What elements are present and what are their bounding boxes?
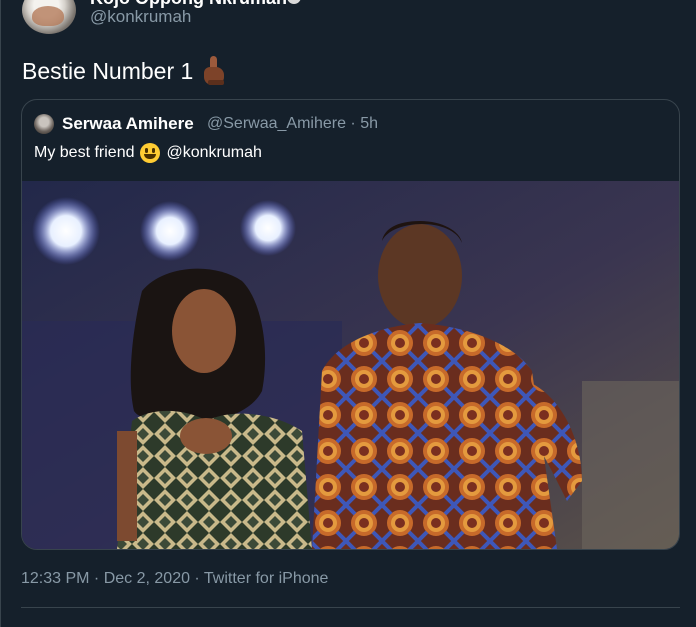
tweet-text: Bestie Number 1 [22, 56, 227, 86]
quoted-tweet-photo[interactable] [22, 181, 679, 549]
column-border [0, 0, 1, 627]
footer-divider [21, 607, 680, 608]
quoted-author-avatar [34, 114, 54, 134]
tweet-text-content: Bestie Number 1 [22, 57, 194, 84]
pointing-up-emoji-icon [201, 56, 227, 86]
grinning-face-emoji-icon [140, 143, 161, 163]
verified-icon [287, 0, 301, 4]
quoted-author-name: Serwaa Amihere [62, 114, 194, 133]
quoted-author-handle-time: @Serwaa_Amihere · 5h [207, 115, 378, 132]
author-avatar[interactable] [22, 0, 76, 34]
quoted-mention-link[interactable]: @konkrumah [166, 144, 261, 162]
author-handle[interactable]: @konkrumah [90, 7, 191, 27]
quoted-text-before: My best friend [34, 144, 135, 161]
quoted-tweet-card[interactable]: Serwaa Amihere @Serwaa_Amihere · 5h My b… [21, 99, 680, 550]
tweet-timestamp[interactable]: 12:33 PM · Dec 2, 2020 · Twitter for iPh… [21, 570, 328, 588]
quoted-tweet-text: My best friend @konkrumah [34, 143, 262, 163]
photo-illustration [22, 181, 679, 549]
